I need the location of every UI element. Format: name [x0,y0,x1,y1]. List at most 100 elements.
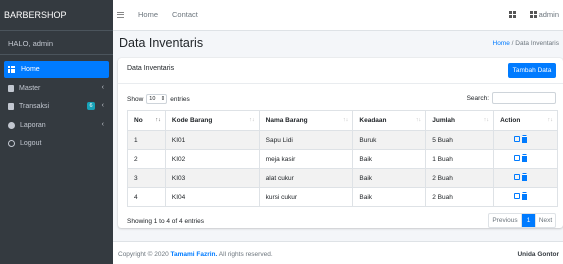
next-page-button[interactable]: Next [535,214,555,227]
cell-no: 4 [127,187,166,207]
sort-icon: ↑↓ [155,117,161,123]
document-icon [8,84,14,92]
nav-home-link[interactable]: Home [138,10,158,19]
breadcrumb-home-link[interactable]: Home [493,40,510,47]
apps-grid-icon[interactable] [508,11,516,18]
sidebar-item-label: Master [19,84,41,92]
cell-no: 2 [127,149,166,169]
sidebar-item-label: Logout [20,140,42,147]
card-header: Data Inventaris Tambah Data [118,58,563,84]
search-label: Search: [466,94,489,102]
cell-nama: alat cukur [258,168,354,188]
sort-icon: ↑↓ [342,117,349,123]
sidebar-item-logout[interactable]: Logout [4,135,109,152]
sidebar-item-label: Transaksi [19,103,50,110]
cell-action [493,149,558,169]
user-menu[interactable]: admin [529,10,559,19]
table-row: 1 KI01 Sapu Lidi Buruk 5 Buah [127,130,558,150]
cell-no: 3 [127,168,166,188]
trash-icon[interactable] [521,155,527,162]
table-info: Showing 1 to 4 of 4 entries [127,218,204,225]
previous-page-button[interactable]: Previous [489,214,522,227]
column-header-nama[interactable]: Nama Barang ↑↓ [258,110,354,131]
cell-jumlah: 1 Buah [425,149,495,169]
sidebar: HALO, admin Home Master ‹ Transaksi 6 ‹ … [0,31,113,264]
user-greeting: HALO, admin [0,31,113,55]
cell-action [493,187,558,207]
cell-keadaan: Baik [352,168,427,188]
cell-nama: kursi cukur [258,187,354,207]
edit-icon[interactable] [514,193,520,199]
show-label: Show [127,95,144,103]
hamburger-icon[interactable] [117,11,124,18]
footer: Copyright © 2020 Tamami Fazrin. All righ… [113,241,563,264]
author-link[interactable]: Tamami Fazrin. [171,251,218,258]
page-1-button[interactable]: 1 [522,214,535,227]
copyright-prefix: Copyright © 2020 [118,251,169,258]
cell-no: 1 [127,130,166,150]
cell-jumlah: 2 Buah [425,168,495,188]
sort-icon: ↑↓ [547,117,554,123]
cell-nama: Sapu Lidi [258,130,354,150]
column-header-kode[interactable]: Kode Barang ↑↓ [164,110,260,131]
cell-kode: KI04 [164,187,260,207]
column-header-keadaan[interactable]: Keadaan ↑↓ [352,110,427,131]
cell-jumlah: 2 Buah [425,187,495,207]
entries-label: entries [170,95,190,103]
top-navbar: BARBERSHOP Home Contact admin [0,0,563,31]
top-right-controls: admin [508,10,559,19]
table-row: 3 KI03 alat cukur Baik 2 Buah [127,168,558,188]
sort-icon: ↑↓ [483,117,490,123]
sidebar-item-laporan[interactable]: Laporan ‹ [4,117,109,134]
user-grid-icon [529,11,537,18]
chart-icon [8,121,15,129]
entries-select[interactable]: 10 [146,94,168,104]
breadcrumb: Home / Data Inventaris [493,40,560,47]
sidebar-item-label: Home [21,66,40,73]
search-input[interactable] [492,92,556,104]
user-name: admin [538,10,559,19]
trash-icon[interactable] [521,193,527,200]
cell-keadaan: Baik [352,149,427,169]
cell-kode: KI03 [164,168,260,188]
table-row: 2 KI02 meja kasir Baik 1 Buah [127,149,558,169]
sidebar-item-transaksi[interactable]: Transaksi 6 ‹ [4,98,109,115]
sidebar-item-label: Laporan [20,121,46,129]
cell-kode: KI02 [164,149,260,169]
chevron-left-icon: ‹ [101,102,104,109]
document-icon [8,103,14,110]
cell-nama: meja kasir [258,149,354,169]
column-header-action[interactable]: Action ↑↓ [493,110,558,131]
breadcrumb-current: Data Inventaris [515,40,559,47]
column-header-no[interactable]: No ↑↓ [127,110,166,131]
rights-text: All rights reserved. [218,251,273,258]
sidebar-item-master[interactable]: Master ‹ [4,80,109,97]
card-title: Data Inventaris [127,65,175,72]
count-badge: 6 [87,102,95,110]
breadcrumb-separator: / [511,40,514,47]
cell-action [493,168,558,188]
sort-icon: ↑↓ [415,117,422,123]
table-search: Search: [467,92,556,104]
edit-icon[interactable] [514,174,520,180]
inventory-table: No ↑↓ Kode Barang ↑↓ Nama Barang ↑↓ Keadaan… [127,110,558,207]
trash-icon[interactable] [521,136,527,143]
nav-contact-link[interactable]: Contact [172,10,198,19]
edit-icon[interactable] [514,155,520,161]
cell-keadaan: Baik [352,187,427,207]
trash-icon[interactable] [521,174,527,181]
power-icon [8,140,15,147]
inventory-card: Data Inventaris Tambah Data Show 10 entr… [118,58,563,228]
sort-icon: ↑↓ [249,117,255,123]
column-header-jumlah[interactable]: Jumlah ↑↓ [425,110,495,131]
sidebar-menu: Home Master ‹ Transaksi 6 ‹ Laporan ‹ Lo… [0,55,113,152]
pagination: Previous 1 Next [488,213,556,228]
page-title: Data Inventaris [119,36,204,50]
table-row: 4 KI04 kursi cukur Baik 2 Buah [127,187,558,207]
grid-icon [8,66,16,73]
cell-keadaan: Buruk [352,130,427,150]
edit-icon[interactable] [514,136,520,142]
add-data-button[interactable]: Tambah Data [508,63,556,78]
brand-logo[interactable]: BARBERSHOP [0,0,113,31]
sidebar-item-home[interactable]: Home [4,61,109,78]
